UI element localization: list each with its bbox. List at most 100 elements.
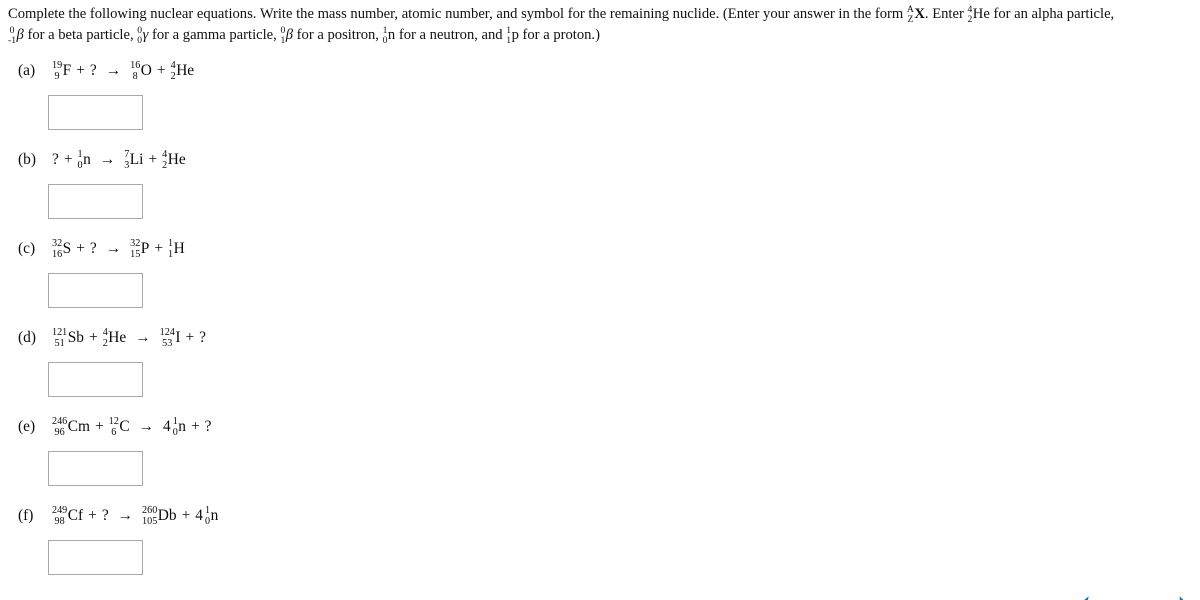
bottom-right-cut-icon[interactable]: ◣ [1180, 594, 1193, 600]
nuclide-atomic-number: 96 [54, 426, 65, 438]
bottom-cutoff-widgets: ◢ ◣ [0, 586, 1200, 600]
operator-plus: + [88, 507, 97, 525]
nuclide-numbers: 32 16 [52, 238, 62, 260]
nuclide-symbol: Cm [67, 418, 90, 436]
positron-nuclide-symbol: β [285, 27, 294, 44]
nuclide-Li: 7 3 Li [124, 149, 143, 171]
answer-input-c[interactable] [48, 273, 143, 308]
nuclide-atomic-number: 51 [54, 337, 65, 349]
nuclide-symbol: Sb [67, 329, 84, 347]
nuclide-symbol: H [173, 240, 185, 258]
gamma-nuclide: 00γ [137, 25, 148, 46]
nuclide-atomic-number: 53 [162, 337, 173, 349]
answer-input-a[interactable] [48, 95, 143, 130]
nuclide-symbol: He [108, 329, 127, 347]
nuclide-symbol: F [62, 62, 72, 80]
nuclide-numbers: 16 8 [130, 60, 140, 82]
nuclide-symbol: He [176, 62, 195, 80]
equation-block-b: (b)? +1 0 n → 7 3 Li +4 2 He [0, 139, 1200, 228]
nuclide-atomic-number: 15 [130, 248, 141, 260]
nuclide-numbers: 10 [78, 149, 83, 171]
proton-nuclide-symbol: p [511, 27, 519, 44]
equation-label: (d) [18, 329, 36, 346]
beta-nuclide-numbers: 0 -1 [8, 26, 16, 46]
unknown-term: ? [101, 507, 109, 525]
stoichiometric-coefficient: 4 [162, 418, 171, 436]
nuclide-C: 12 6 C [109, 416, 130, 438]
nuclide-symbol: S [62, 240, 72, 258]
equation-block-d: (d) 121 51 Sb +4 2 He → 124 53 I +? [0, 317, 1200, 406]
answer-input-b[interactable] [48, 184, 143, 219]
form-nuclide-atomic: Z [907, 13, 914, 25]
form-nuclide: AZX [907, 4, 925, 25]
nuclide-numbers: 32 15 [130, 238, 141, 260]
positron-nuclide: 01β [280, 25, 293, 46]
equation-expression: 121 51 Sb +4 2 He → 124 53 I +? [52, 327, 206, 349]
equation-line: (e) 246 96 Cm +12 6 C → 4 1 0 n +? [18, 416, 212, 438]
nuclide-atomic-number: 2 [162, 159, 168, 171]
nuclide-S: 32 16 S [52, 238, 71, 260]
nuclide-numbers: 249 98 [52, 505, 67, 527]
operator-plus: + [76, 240, 85, 258]
form-nuclide-symbol: X [914, 6, 925, 23]
nuclide-symbol: Cf [67, 507, 84, 525]
operator-plus: + [63, 151, 73, 169]
nuclide-symbol: O [140, 62, 152, 80]
reaction-arrow-icon: → [105, 240, 122, 258]
instructions-text-6: for a positron, [293, 27, 383, 44]
nuclide-atomic-number: 8 [132, 70, 138, 82]
beta-nuclide: 0 -1 β [8, 25, 24, 46]
nuclide-Db: 260 105 Db [142, 505, 177, 527]
nuclide-He: 4 2 He [171, 60, 195, 82]
nuclide-numbers: 42 [162, 149, 168, 171]
nuclide-symbol: P [140, 240, 150, 258]
nuclide-numbers: 260 105 [142, 505, 157, 527]
nuclide-atomic-number: 3 [124, 159, 130, 171]
alpha-nuclide-symbol: He [972, 6, 990, 23]
operator-plus: + [181, 507, 191, 525]
nuclide-atomic-number: 1 [168, 248, 174, 260]
operator-plus: + [148, 151, 158, 169]
reaction-arrow-icon: → [105, 62, 122, 80]
equation-line: (d) 121 51 Sb +4 2 He → 124 53 I +? [18, 327, 206, 349]
nuclide-Cm: 246 96 Cm [52, 416, 90, 438]
nuclide-numbers: 10 [172, 416, 178, 438]
nuclide-atomic-number: 9 [54, 70, 60, 82]
unknown-term: ? [199, 329, 207, 347]
nuclide-numbers: 42 [102, 327, 108, 349]
operator-plus: + [94, 418, 104, 436]
reaction-arrow-icon: → [135, 329, 151, 347]
nuclide-n: 10n [78, 149, 91, 171]
answer-input-e[interactable] [48, 451, 143, 486]
answer-input-d[interactable] [48, 362, 143, 397]
neutron-nuclide: 10n [383, 25, 396, 46]
nuclide-numbers: 246 96 [52, 416, 67, 438]
nuclide-symbol: Db [157, 507, 177, 525]
nuclide-symbol: He [167, 151, 186, 169]
nuclide-numbers: 11 [168, 238, 174, 260]
equation-label: (a) [18, 62, 36, 79]
equation-expression: 249 98 Cf +? → 260 105 Db +4 1 0 n [52, 505, 218, 527]
nuclide-numbers: 73 [124, 149, 130, 171]
nuclide-atomic-number: 0 [172, 426, 178, 438]
nuclide-numbers: 12 6 [109, 416, 119, 438]
answer-input-f[interactable] [48, 540, 143, 575]
nuclide-n: 10n [173, 416, 186, 438]
nuclide-atomic-number: 2 [102, 337, 108, 349]
nuclide-numbers: 19 9 [52, 60, 62, 82]
equations-list: (a) 19 9 F +? → 16 8 O +4 2 He (b)? +1 0 n → 7 3 Li +4 2 He (c)… [0, 50, 1200, 584]
instructions-text-2: . Enter [924, 6, 968, 22]
bottom-left-cut-icon[interactable]: ◢ [1072, 593, 1089, 600]
alpha-nuclide-atomic: 2 [967, 13, 973, 25]
equation-line: (f) 249 98 Cf +? → 260 105 Db +4 1 0 n [18, 505, 218, 527]
instructions-block: Complete the following nuclear equations… [8, 4, 1192, 46]
nuclide-symbol: n [83, 151, 91, 169]
positron-nuclide-atomic: 1 [280, 35, 286, 46]
equation-expression: ? +1 0 n → 7 3 Li +4 2 He [52, 149, 186, 171]
nuclide-Cf: 249 98 Cf [52, 505, 83, 527]
equation-block-f: (f) 249 98 Cf +? → 260 105 Db +4 1 0 n [0, 495, 1200, 584]
proton-nuclide-atomic: 1 [506, 35, 512, 46]
nuclide-atomic-number: 6 [111, 426, 117, 438]
reaction-arrow-icon: → [117, 507, 134, 525]
equation-line: (a) 19 9 F +? → 16 8 O +4 2 He [18, 60, 194, 82]
